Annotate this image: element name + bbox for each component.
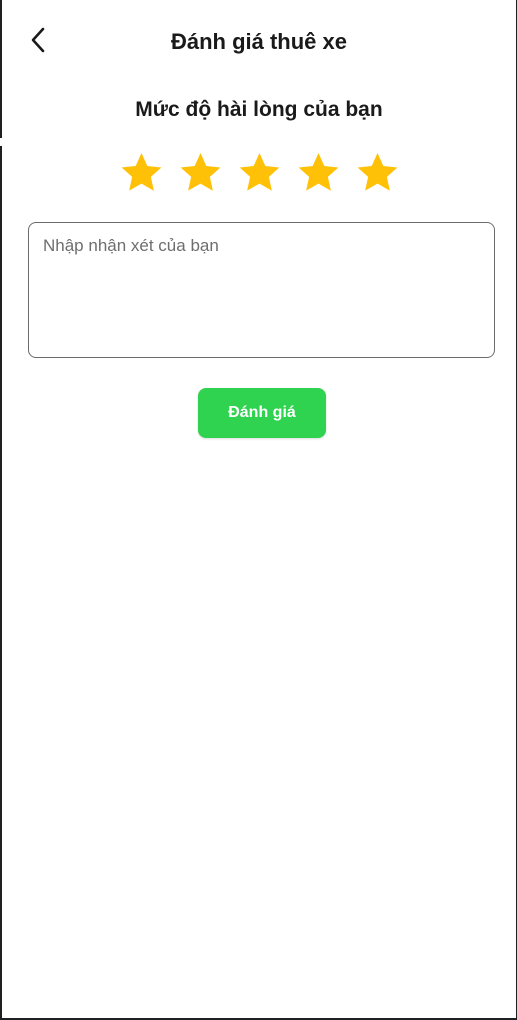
- header: Đánh giá thuê xe: [2, 0, 516, 84]
- star-icon[interactable]: [355, 150, 400, 195]
- star-icon[interactable]: [119, 150, 164, 195]
- star-rating: [2, 150, 516, 195]
- star-icon[interactable]: [237, 150, 282, 195]
- star-icon[interactable]: [178, 150, 223, 195]
- app-screen: Đánh giá thuê xe Mức độ hài lòng của bạn…: [0, 0, 517, 1020]
- star-icon[interactable]: [296, 150, 341, 195]
- comment-input[interactable]: [29, 223, 494, 357]
- page-title: Đánh giá thuê xe: [170, 29, 348, 54]
- edge-mark: [0, 138, 2, 146]
- submit-rating-button[interactable]: Đánh giá: [198, 388, 326, 438]
- rating-heading: Mức độ hài lòng của bạn: [135, 98, 383, 121]
- comment-field-container: [28, 222, 495, 358]
